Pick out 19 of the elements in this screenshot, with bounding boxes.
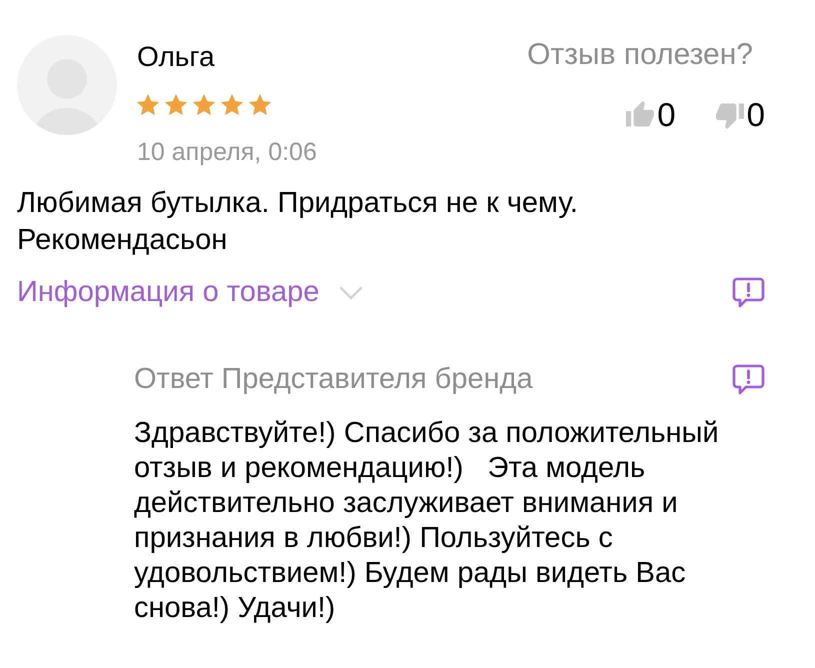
- dislike-button[interactable]: 0: [716, 98, 765, 132]
- product-info-toggle[interactable]: Информация о товаре: [17, 274, 364, 311]
- star-icon: [249, 94, 271, 115]
- thumbs-down-icon: [716, 101, 744, 129]
- like-button[interactable]: 0: [626, 98, 676, 132]
- brand-reply-text: Здравствуйте!) Спасибо за положительный отзыв и рекомендацию!) Эта модель действительно заслуживает внимания и признания в любви!) Пользуйтесь с удовольствием!) Будем рады видеть Вас снова!) Удачи!): [134, 416, 720, 626]
- review-date: 10 апреля, 0:06: [137, 137, 317, 167]
- thumbs-up-icon: [626, 101, 654, 129]
- star-icon: [193, 94, 215, 115]
- star-icon: [137, 94, 159, 115]
- speech-bubble-exclamation-icon[interactable]: [732, 364, 765, 395]
- author-name: Ольга: [137, 40, 215, 74]
- star-icon: [165, 94, 187, 115]
- helpful-question: Отзыв полезен?: [527, 37, 754, 73]
- avatar-icon: [17, 35, 117, 135]
- speech-bubble-exclamation-icon[interactable]: [732, 277, 765, 308]
- review-text: Любимая бутылка. Придраться не к чему. Рекомендасьон: [17, 186, 579, 258]
- brand-reply-title: Ответ Представителя бренда: [134, 362, 533, 397]
- star-icon: [221, 94, 243, 115]
